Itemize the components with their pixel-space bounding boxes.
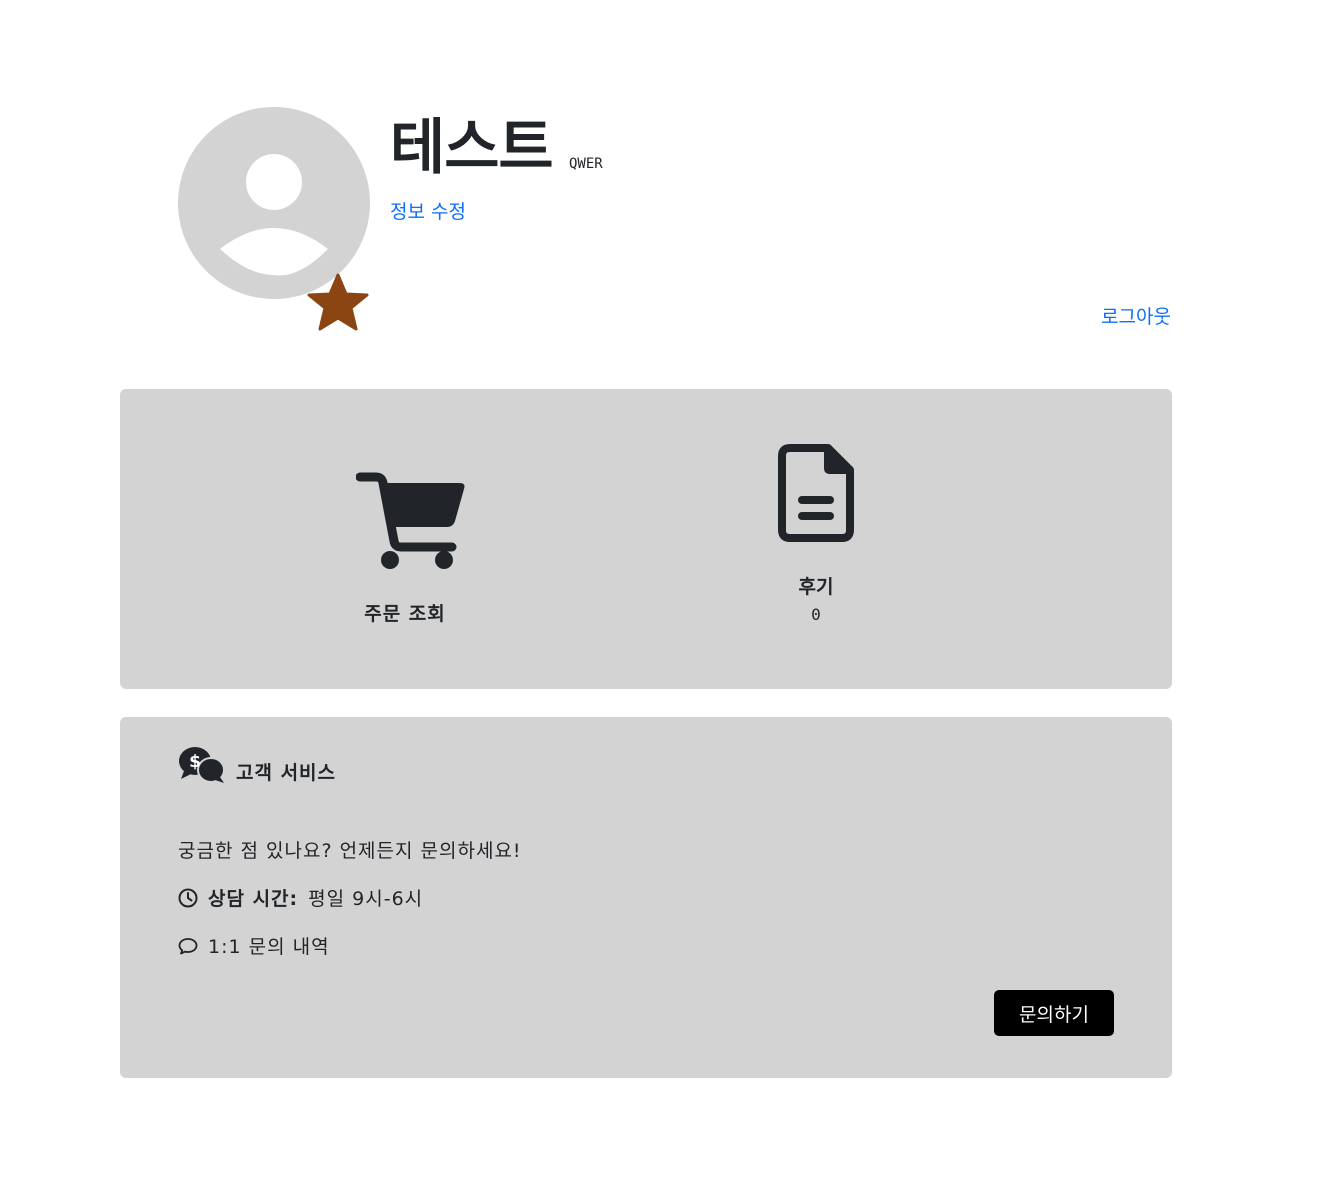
orders-label: 주문 조회 — [364, 603, 446, 625]
customer-service-message: 궁금한 점 있나요? 언제든지 문의하세요! — [178, 836, 522, 863]
file-lines-icon — [778, 444, 854, 542]
mypage: 테스트 QWER 정보 수정 로그아웃 주문 조회 후기 0 $ 고객 서비스 … — [0, 0, 1318, 1186]
edit-profile-link[interactable]: 정보 수정 — [390, 197, 466, 224]
orders-tile[interactable]: 주문 조회 — [320, 471, 490, 626]
reviews-tile[interactable]: 후기 0 — [756, 444, 876, 624]
message-text: 궁금한 점 있나요? 언제든지 문의하세요! — [178, 840, 522, 862]
star-icon — [307, 273, 369, 331]
cart-icon — [355, 472, 465, 569]
reviews-label: 후기 — [798, 576, 834, 598]
inquiry-history-link[interactable]: 1:1 문의 내역 — [178, 932, 330, 959]
inquiry-button[interactable]: 문의하기 — [994, 990, 1114, 1036]
logout-link[interactable]: 로그아웃 — [1101, 302, 1171, 329]
user-name: 테스트 — [390, 113, 554, 183]
user-id: QWER — [569, 156, 603, 172]
reviews-count: 0 — [811, 605, 821, 624]
comment-icon — [178, 937, 198, 954]
consult-hours-value: 평일 9시-6시 — [308, 888, 424, 910]
customer-service-header: $ 고객 서비스 — [178, 745, 336, 785]
consult-hours-label: 상담 시간: — [208, 888, 299, 910]
inquiry-history-label: 1:1 문의 내역 — [208, 936, 330, 958]
summary-panel: 주문 조회 후기 0 — [120, 389, 1172, 689]
clock-icon — [178, 888, 198, 907]
customer-service-panel: $ 고객 서비스 궁금한 점 있나요? 언제든지 문의하세요! 상담 시간: 평… — [120, 717, 1172, 1078]
comments-dollar-icon: $ — [179, 747, 225, 783]
svg-text:$: $ — [189, 752, 201, 772]
customer-service-title: 고객 서비스 — [236, 761, 337, 784]
consult-hours: 상담 시간: 평일 9시-6시 — [178, 884, 423, 911]
